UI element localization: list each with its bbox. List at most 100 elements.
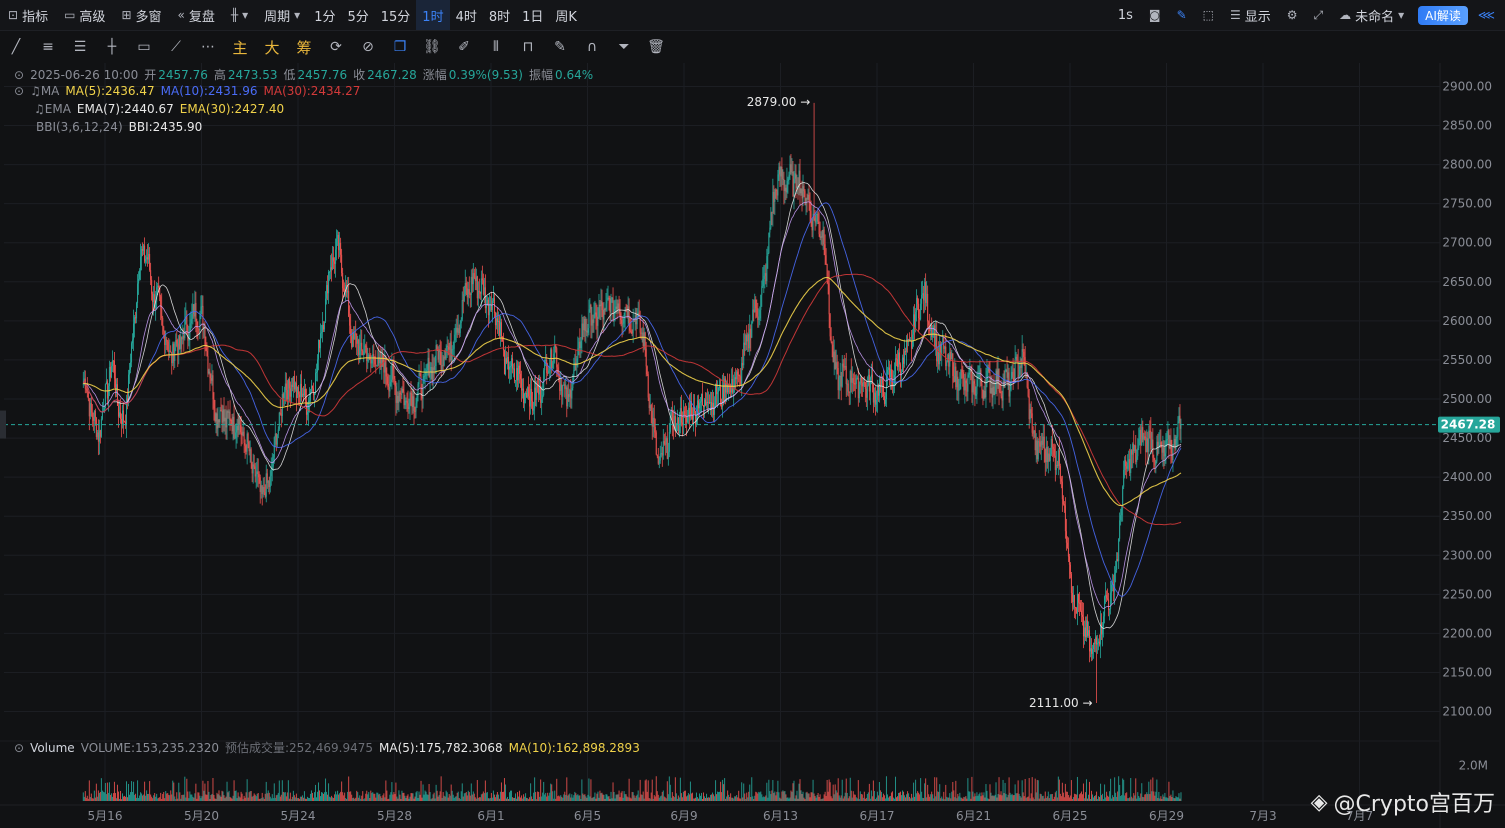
- display-button[interactable]: ☰ 显示: [1222, 0, 1279, 30]
- trendline-icon[interactable]: ╱: [0, 31, 32, 63]
- candle-body: [250, 449, 252, 463]
- tf-5m[interactable]: 5分: [341, 0, 374, 30]
- more-tools-icon[interactable]: ⋯: [192, 31, 224, 63]
- main-indicator-button[interactable]: 主: [224, 31, 256, 63]
- candle-body: [137, 283, 139, 303]
- hide-drawings-icon[interactable]: ⊘: [352, 31, 384, 63]
- camera-icon[interactable]: ◙: [1141, 0, 1169, 30]
- candle-body: [1141, 427, 1143, 446]
- indicators-button[interactable]: ⊡ 指标: [0, 0, 56, 30]
- interval-1s[interactable]: 1s: [1110, 0, 1141, 30]
- volume-bar: [1070, 780, 1072, 801]
- volume-bar: [1159, 798, 1161, 801]
- volume-bar: [229, 796, 231, 801]
- candle-body: [270, 469, 272, 476]
- volume-bar: [277, 792, 279, 801]
- horizontal-line-icon[interactable]: ┼: [96, 31, 128, 63]
- volume-bar: [527, 798, 529, 801]
- tf-1h[interactable]: 1时: [416, 0, 450, 30]
- note-icon[interactable]: ✎: [544, 31, 576, 63]
- collapse-icon[interactable]: ⊙: [14, 68, 24, 82]
- copy-icon[interactable]: ❐: [384, 31, 416, 63]
- volume-bar: [86, 795, 88, 801]
- lock-icon[interactable]: ⊓: [512, 31, 544, 63]
- brush-icon[interactable]: ✐: [448, 31, 480, 63]
- ai-interpret-button[interactable]: AI解读: [1418, 5, 1468, 25]
- candle-body: [412, 396, 414, 408]
- volume-bar: [474, 797, 476, 801]
- sync-icon[interactable]: ⟳: [320, 31, 352, 63]
- price-chart[interactable]: 2100.002150.002200.002250.002300.002350.…: [0, 63, 1505, 828]
- high-annotation: 2879.00 →: [747, 95, 811, 109]
- big-order-button[interactable]: 大: [256, 31, 288, 63]
- replay-button[interactable]: «复盘: [170, 0, 223, 30]
- volume-bar: [1141, 783, 1143, 801]
- chip-button[interactable]: 筹: [288, 31, 320, 63]
- price-tick-label: 2100.00: [1442, 705, 1492, 719]
- volume-bar: [124, 795, 126, 801]
- volume-bar: [319, 790, 321, 801]
- volume-bar: [419, 794, 421, 801]
- pencil-icon[interactable]: ✎: [1169, 0, 1195, 30]
- volume-bar: [676, 798, 678, 801]
- volume-bar: [197, 792, 199, 801]
- layout-dropdown[interactable]: ☁ 未命名 ▾: [1331, 0, 1412, 30]
- candle-body: [518, 365, 520, 381]
- multi-window-button[interactable]: ⊞ 多窗: [113, 0, 169, 30]
- settings-icon[interactable]: ⚙: [1279, 0, 1306, 30]
- tf-4h[interactable]: 4时: [450, 0, 483, 30]
- link-icon[interactable]: ⛓: [416, 31, 448, 63]
- advanced-button[interactable]: ▭ 高级: [56, 0, 113, 30]
- candle-body: [557, 367, 559, 374]
- collapse-icon[interactable]: ⊙: [14, 84, 24, 98]
- filter-icon[interactable]: ⏷: [608, 31, 640, 63]
- collapse-icon[interactable]: ⊙: [14, 741, 24, 755]
- bars-icon[interactable]: ⫴: [480, 31, 512, 63]
- tf-8h[interactable]: 8时: [483, 0, 516, 30]
- magnet-icon[interactable]: ∩: [576, 31, 608, 63]
- volume-bar: [793, 780, 795, 801]
- candle-body: [1129, 459, 1131, 474]
- volume-bar: [934, 777, 936, 801]
- volume-bar: [722, 779, 724, 801]
- volume-bar: [745, 798, 747, 801]
- horizontal-lines-icon[interactable]: ☰: [64, 31, 96, 63]
- candle-body: [614, 309, 616, 312]
- volume-bar: [650, 792, 652, 801]
- fullscreen-icon[interactable]: ⤢: [1306, 0, 1332, 30]
- bell-icon[interactable]: ♫: [30, 84, 41, 98]
- trash-icon[interactable]: 🗑: [640, 31, 672, 63]
- tf-1d[interactable]: 1日: [516, 0, 549, 30]
- parallel-lines-icon[interactable]: ≡: [32, 31, 64, 63]
- period-dropdown[interactable]: 周期 ▾: [256, 0, 308, 30]
- chart-type-button[interactable]: ╫ ▾: [223, 0, 256, 30]
- volume-bar: [852, 791, 854, 801]
- volume-bar: [209, 798, 211, 801]
- volume-bar: [1132, 798, 1134, 801]
- volume-bar: [441, 797, 443, 801]
- bell-icon[interactable]: ♫: [34, 102, 45, 116]
- volume-bar: [512, 797, 514, 801]
- volume-bar: [754, 795, 756, 801]
- select-icon[interactable]: ⬚: [1195, 0, 1222, 30]
- volume-bar: [779, 797, 781, 801]
- volume-bar: [564, 791, 566, 801]
- candle-body: [1009, 389, 1011, 397]
- tf-15m[interactable]: 15分: [375, 0, 417, 30]
- share-icon[interactable]: ⋘: [1474, 0, 1505, 30]
- tf-1m[interactable]: 1分: [308, 0, 341, 30]
- candle-body: [168, 349, 170, 352]
- candle-body: [588, 309, 590, 329]
- candle-body: [337, 235, 339, 239]
- tf-1w[interactable]: 周K: [549, 0, 583, 30]
- rectangle-icon[interactable]: ▭: [128, 31, 160, 63]
- volume-bar: [1022, 792, 1024, 801]
- candle-body: [210, 378, 212, 381]
- candle-body: [1139, 429, 1141, 440]
- candle-body: [371, 360, 373, 364]
- volume-bar: [1035, 792, 1037, 801]
- candle-body: [262, 487, 264, 495]
- volume-bar: [639, 779, 641, 801]
- ray-icon[interactable]: ⟋: [160, 31, 192, 63]
- volume-bar: [501, 791, 503, 801]
